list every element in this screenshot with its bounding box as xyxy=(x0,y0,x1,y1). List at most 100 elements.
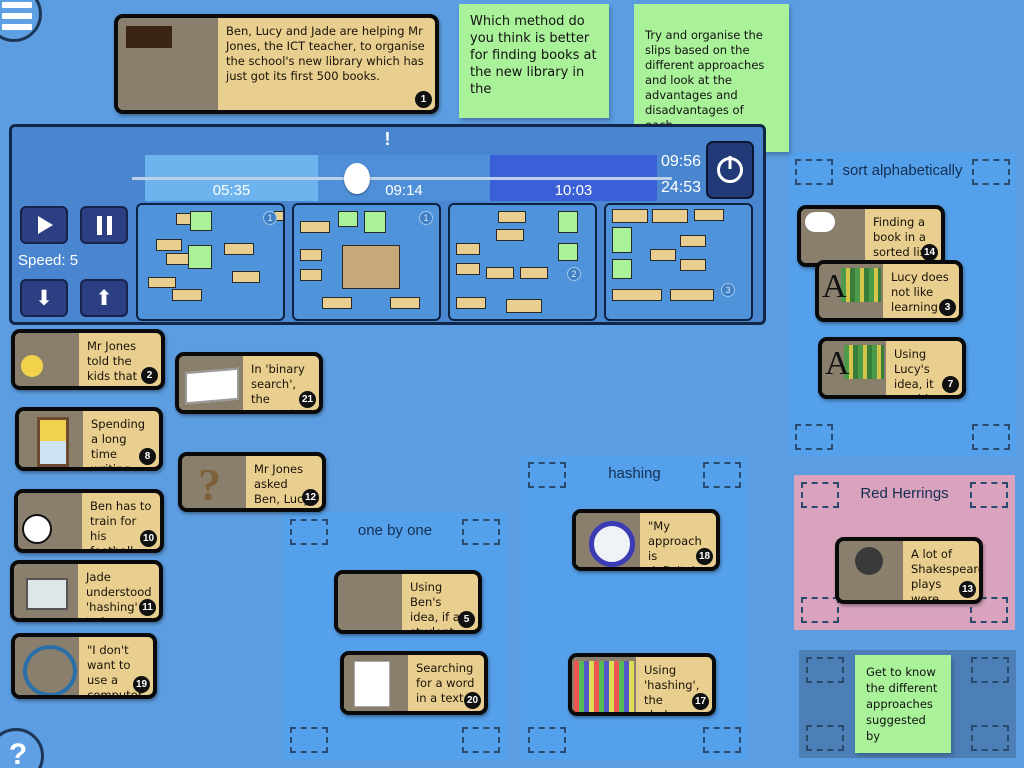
timeline-rail[interactable] xyxy=(132,177,672,180)
card-13[interactable]: A lot of Shakespeare plays were 13 xyxy=(835,537,983,604)
group-one-by-one[interactable]: one by one xyxy=(283,512,507,760)
resize-handle-top-right[interactable] xyxy=(703,462,741,488)
card-11[interactable]: Jade understood 'hashing' to be 11 xyxy=(10,560,163,622)
card-19[interactable]: "I don't want to use a computer to 19 xyxy=(11,633,157,699)
power-button[interactable] xyxy=(706,141,754,199)
card-21[interactable]: In 'binary search', the computer 21 xyxy=(175,352,323,414)
card-text: Mr Jones asked Ben, Lucy and Jade to thi… xyxy=(246,456,322,508)
card-20[interactable]: Searching for a word in a text 20 xyxy=(340,651,488,715)
resize-handle-top-left[interactable] xyxy=(806,657,844,683)
help-button[interactable]: ? xyxy=(0,728,44,768)
teacher-thumb xyxy=(338,574,402,630)
resize-handle-bottom-right[interactable] xyxy=(703,727,741,753)
resize-handle-bottom-left[interactable] xyxy=(806,725,844,751)
menu-button[interactable] xyxy=(0,0,42,42)
phone-thumb xyxy=(15,333,79,386)
note-question[interactable]: Which method do you think is better for … xyxy=(459,4,609,118)
card-10[interactable]: Ben has to train for his football match … xyxy=(14,489,164,553)
card-text: Using 'hashing', the shelves will be num… xyxy=(636,657,712,712)
resize-handle-top-left[interactable] xyxy=(795,159,833,185)
segment-label: 09:14 xyxy=(385,182,423,199)
card-badge: 13 xyxy=(959,581,976,598)
alphabet-shelf-thumb xyxy=(819,264,883,318)
card-text: Using Ben's idea, if a student needs 5 xyxy=(402,574,478,630)
resize-handle-top-right[interactable] xyxy=(462,519,500,545)
speed-up-button[interactable]: ⬆ xyxy=(80,279,128,317)
pause-icon xyxy=(96,215,112,235)
card-text: Finding a book in a sorted list doesn't … xyxy=(865,209,941,263)
note-text: Which method do you think is better for … xyxy=(470,14,597,97)
card-badge: 1 xyxy=(415,91,432,108)
card-badge: 3 xyxy=(939,299,956,316)
resize-handle-top-right[interactable] xyxy=(972,159,1010,185)
card-badge: 17 xyxy=(692,693,709,710)
pencil-paper-thumb xyxy=(344,655,408,711)
thinking-thumb xyxy=(801,209,865,263)
card-text: Mr Jones told the kids that what they're… xyxy=(79,333,161,386)
card-text: Spending a long time writing the best co… xyxy=(83,411,159,467)
resize-handle-bottom-left[interactable] xyxy=(290,727,328,753)
thumbnail-badge: 1 xyxy=(263,211,277,225)
arrow-down-icon: ⬇ xyxy=(35,286,53,310)
hourglass-thumb xyxy=(19,411,83,467)
play-icon xyxy=(38,216,53,234)
resize-handle-bottom-left[interactable] xyxy=(528,727,566,753)
alphabet-shelf-thumb xyxy=(822,341,886,395)
card-5[interactable]: Using Ben's idea, if a student needs 5 xyxy=(334,570,482,634)
card-text: In 'binary search', the computer 21 xyxy=(243,356,319,410)
football-thumb xyxy=(18,493,82,549)
question-mark-thumb xyxy=(182,456,246,508)
card-17[interactable]: Using 'hashing', the shelves will be num… xyxy=(568,653,716,716)
card-2[interactable]: Mr Jones told the kids that what they're… xyxy=(11,329,165,390)
resize-handle-bottom-left[interactable] xyxy=(795,424,833,450)
thumbnail-badge: 1 xyxy=(419,211,433,225)
arrow-up-icon: ⬆ xyxy=(95,286,113,310)
resize-handle-bottom-right[interactable] xyxy=(971,725,1009,751)
card-7[interactable]: Using Lucy's idea, it would take some 7 xyxy=(818,337,966,399)
card-text: Lucy does not like learning new things b… xyxy=(883,264,959,318)
timeline-scrubber-handle[interactable] xyxy=(344,163,370,194)
resize-handle-bottom-left[interactable] xyxy=(801,597,839,623)
computer-thumb xyxy=(14,564,78,618)
total-time: 24:53 xyxy=(660,179,701,196)
resize-handle-bottom-right[interactable] xyxy=(462,727,500,753)
open-book-thumb xyxy=(179,356,243,410)
elapsed-time: 09:56 xyxy=(660,153,701,170)
thumbnail-panel-1[interactable]: 1 xyxy=(136,203,285,321)
card-12[interactable]: Mr Jones asked Ben, Lucy and Jade to thi… xyxy=(178,452,326,512)
thumbnail-badge: 2 xyxy=(567,267,581,281)
card-text: "My approach is definitely the fastest 1… xyxy=(640,513,716,567)
no-computer-thumb xyxy=(15,637,79,695)
hamburger-menu-icon xyxy=(2,2,32,30)
resize-handle-top-left[interactable] xyxy=(528,462,566,488)
bookshelf-thumb xyxy=(572,657,636,712)
resize-handle-top-left[interactable] xyxy=(290,519,328,545)
resize-handle-bottom-right[interactable] xyxy=(972,424,1010,450)
resize-handle-top-right[interactable] xyxy=(971,657,1009,683)
thumbnail-panel-2[interactable]: 1 xyxy=(292,203,441,321)
card-badge: 5 xyxy=(458,611,475,628)
shakespeare-thumb xyxy=(839,541,903,600)
pause-button[interactable] xyxy=(80,206,128,244)
card-badge: 18 xyxy=(696,548,713,565)
thumbnail-panel-4[interactable]: 3 xyxy=(604,203,753,321)
canvas-workspace[interactable]: sort alphabetically Red Herrings one by … xyxy=(0,0,1024,768)
resize-handle-top-left[interactable] xyxy=(801,482,839,508)
note-objective[interactable]: Get to know the different approaches sug… xyxy=(855,655,951,753)
resize-handle-top-right[interactable] xyxy=(970,482,1008,508)
card-text: A lot of Shakespeare plays were 13 xyxy=(911,547,979,600)
question-mark-icon: ? xyxy=(8,738,28,768)
speed-down-button[interactable]: ⬇ xyxy=(20,279,68,317)
classroom-thumb xyxy=(118,18,218,110)
card-text: Searching for a word in a text 20 xyxy=(408,655,484,711)
thumbnail-panel-3[interactable]: 2 xyxy=(448,203,597,321)
card-badge: 14 xyxy=(921,244,938,261)
card-text: Using Lucy's idea, it would take some 7 xyxy=(886,341,962,395)
card-3[interactable]: Lucy does not like learning new things b… xyxy=(815,260,963,322)
card-8[interactable]: Spending a long time writing the best co… xyxy=(15,407,163,471)
thumbnail-badge: 3 xyxy=(721,283,735,297)
card-18[interactable]: "My approach is definitely the fastest 1… xyxy=(572,509,720,571)
card-1[interactable]: Ben, Lucy and Jade are helping Mr Jones,… xyxy=(114,14,439,114)
card-14[interactable]: Finding a book in a sorted list doesn't … xyxy=(797,205,945,267)
play-button[interactable] xyxy=(20,206,68,244)
